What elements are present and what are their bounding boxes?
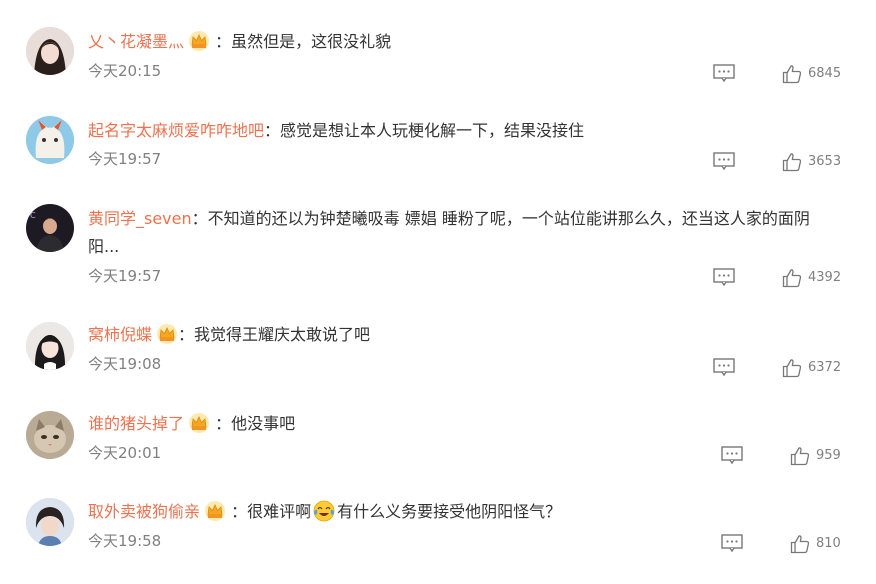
comment-item: 取外卖被狗偷亲 ：很难评啊 有什么义务要接受他阴阳怪气？ 今天19:58 810 — [0, 474, 876, 584]
crown-badge-icon[interactable] — [188, 30, 210, 52]
comment-reply-icon[interactable] — [713, 268, 735, 286]
crown-badge-icon[interactable] — [204, 500, 226, 522]
like-count: 959 — [816, 448, 841, 463]
like-button[interactable]: 4392 — [782, 268, 852, 288]
comment-body: ：他没事吧 — [215, 414, 296, 433]
comment-text: 谁的猪头掉了 ：他没事吧 — [88, 410, 846, 437]
comment-time: 今天19:08 — [88, 355, 162, 373]
avatar[interactable] — [26, 322, 74, 370]
thumbs-up-icon — [782, 152, 802, 172]
like-count: 6372 — [808, 360, 842, 375]
comment-text: 起名字太麻烦爱咋咋地吧：感觉是想让本人玩梗化解一下，结果没接住 — [88, 117, 846, 144]
comment-text-continued: 阳... — [88, 237, 120, 256]
like-button[interactable]: 6372 — [782, 358, 852, 378]
username-link[interactable]: 黄同学_seven — [88, 209, 192, 228]
comment-reply-icon[interactable] — [713, 64, 735, 82]
avatar[interactable] — [26, 27, 74, 75]
comment-text: 乂丶花凝墨灬 ：虽然但是，这很没礼貌 — [88, 28, 846, 55]
username-link[interactable]: 窝柿倪蝶 — [88, 325, 152, 344]
comment-item: 起名字太麻烦爱咋咋地吧：感觉是想让本人玩梗化解一下，结果没接住 今天19:57 … — [0, 90, 876, 178]
comment-body: ：感觉是想让本人玩梗化解一下，结果没接住 — [264, 121, 585, 140]
thumbs-up-icon — [790, 446, 810, 466]
laughing-tears-emoji-icon — [313, 500, 335, 522]
comment-time: 今天19:57 — [88, 267, 162, 285]
comment-reply-icon[interactable] — [713, 358, 735, 376]
like-count: 6845 — [808, 66, 842, 81]
comment-time: 今天19:58 — [88, 532, 162, 550]
comment-text: 窝柿倪蝶 ：我觉得王耀庆太敢说了吧 — [88, 321, 846, 348]
comment-time: 今天20:15 — [88, 62, 162, 80]
comment-item: 窝柿倪蝶 ：我觉得王耀庆太敢说了吧 今天19:08 6372 — [0, 296, 876, 386]
like-button[interactable]: 959 — [790, 446, 852, 466]
comment-text: 取外卖被狗偷亲 ：很难评啊 有什么义务要接受他阴阳怪气？ — [88, 498, 846, 525]
comment-body-continued: 有什么义务要接受他阴阳怪气？ — [337, 502, 562, 521]
comment-body: ：很难评啊 — [231, 502, 312, 521]
comment-reply-icon[interactable] — [721, 446, 743, 464]
comment-body: ：不知道的还以为钟楚曦吸毒 嫖娼 睡粉了呢，一个站位能讲那么久，还当这人家的面阴 — [191, 209, 810, 228]
avatar[interactable] — [26, 498, 74, 546]
thumbs-up-icon — [782, 64, 802, 84]
comment-text: 黄同学_seven：不知道的还以为钟楚曦吸毒 嫖娼 睡粉了呢，一个站位能讲那么久… — [88, 205, 846, 232]
like-button[interactable]: 810 — [790, 534, 852, 554]
username-link[interactable]: 乂丶花凝墨灬 — [88, 32, 184, 51]
like-count: 810 — [816, 536, 841, 551]
crown-badge-icon[interactable] — [156, 323, 178, 345]
comment-time: 今天20:01 — [88, 444, 162, 462]
like-count: 3653 — [808, 154, 842, 169]
thumbs-up-icon — [782, 358, 802, 378]
like-button[interactable]: 6845 — [782, 64, 852, 84]
avatar[interactable] — [26, 411, 74, 459]
thumbs-up-icon — [782, 268, 802, 288]
like-button[interactable]: 3653 — [782, 152, 852, 172]
comment-body: ：虽然但是，这很没礼貌 — [215, 32, 392, 51]
comment-body: ：我觉得王耀庆太敢说了吧 — [178, 325, 371, 344]
crown-badge-icon[interactable] — [188, 412, 210, 434]
username-link[interactable]: 取外卖被狗偷亲 — [88, 502, 200, 521]
avatar[interactable] — [26, 116, 74, 164]
username-link[interactable]: 谁的猪头掉了 — [88, 414, 184, 433]
like-count: 4392 — [808, 270, 842, 285]
comment-reply-icon[interactable] — [721, 534, 743, 552]
avatar[interactable]: C — [26, 204, 74, 252]
comment-reply-icon[interactable] — [713, 152, 735, 170]
comment-item: C 黄同学_seven：不知道的还以为钟楚曦吸毒 嫖娼 睡粉了呢，一个站位能讲那… — [0, 178, 876, 296]
svg-text:C: C — [30, 211, 36, 220]
comment-item: 谁的猪头掉了 ：他没事吧 今天20:01 959 — [0, 386, 876, 474]
thumbs-up-icon — [790, 534, 810, 554]
comment-time: 今天19:57 — [88, 150, 162, 168]
comment-item: 乂丶花凝墨灬 ：虽然但是，这很没礼貌 今天20:15 6845 — [0, 0, 876, 90]
username-link[interactable]: 起名字太麻烦爱咋咋地吧 — [88, 121, 264, 140]
